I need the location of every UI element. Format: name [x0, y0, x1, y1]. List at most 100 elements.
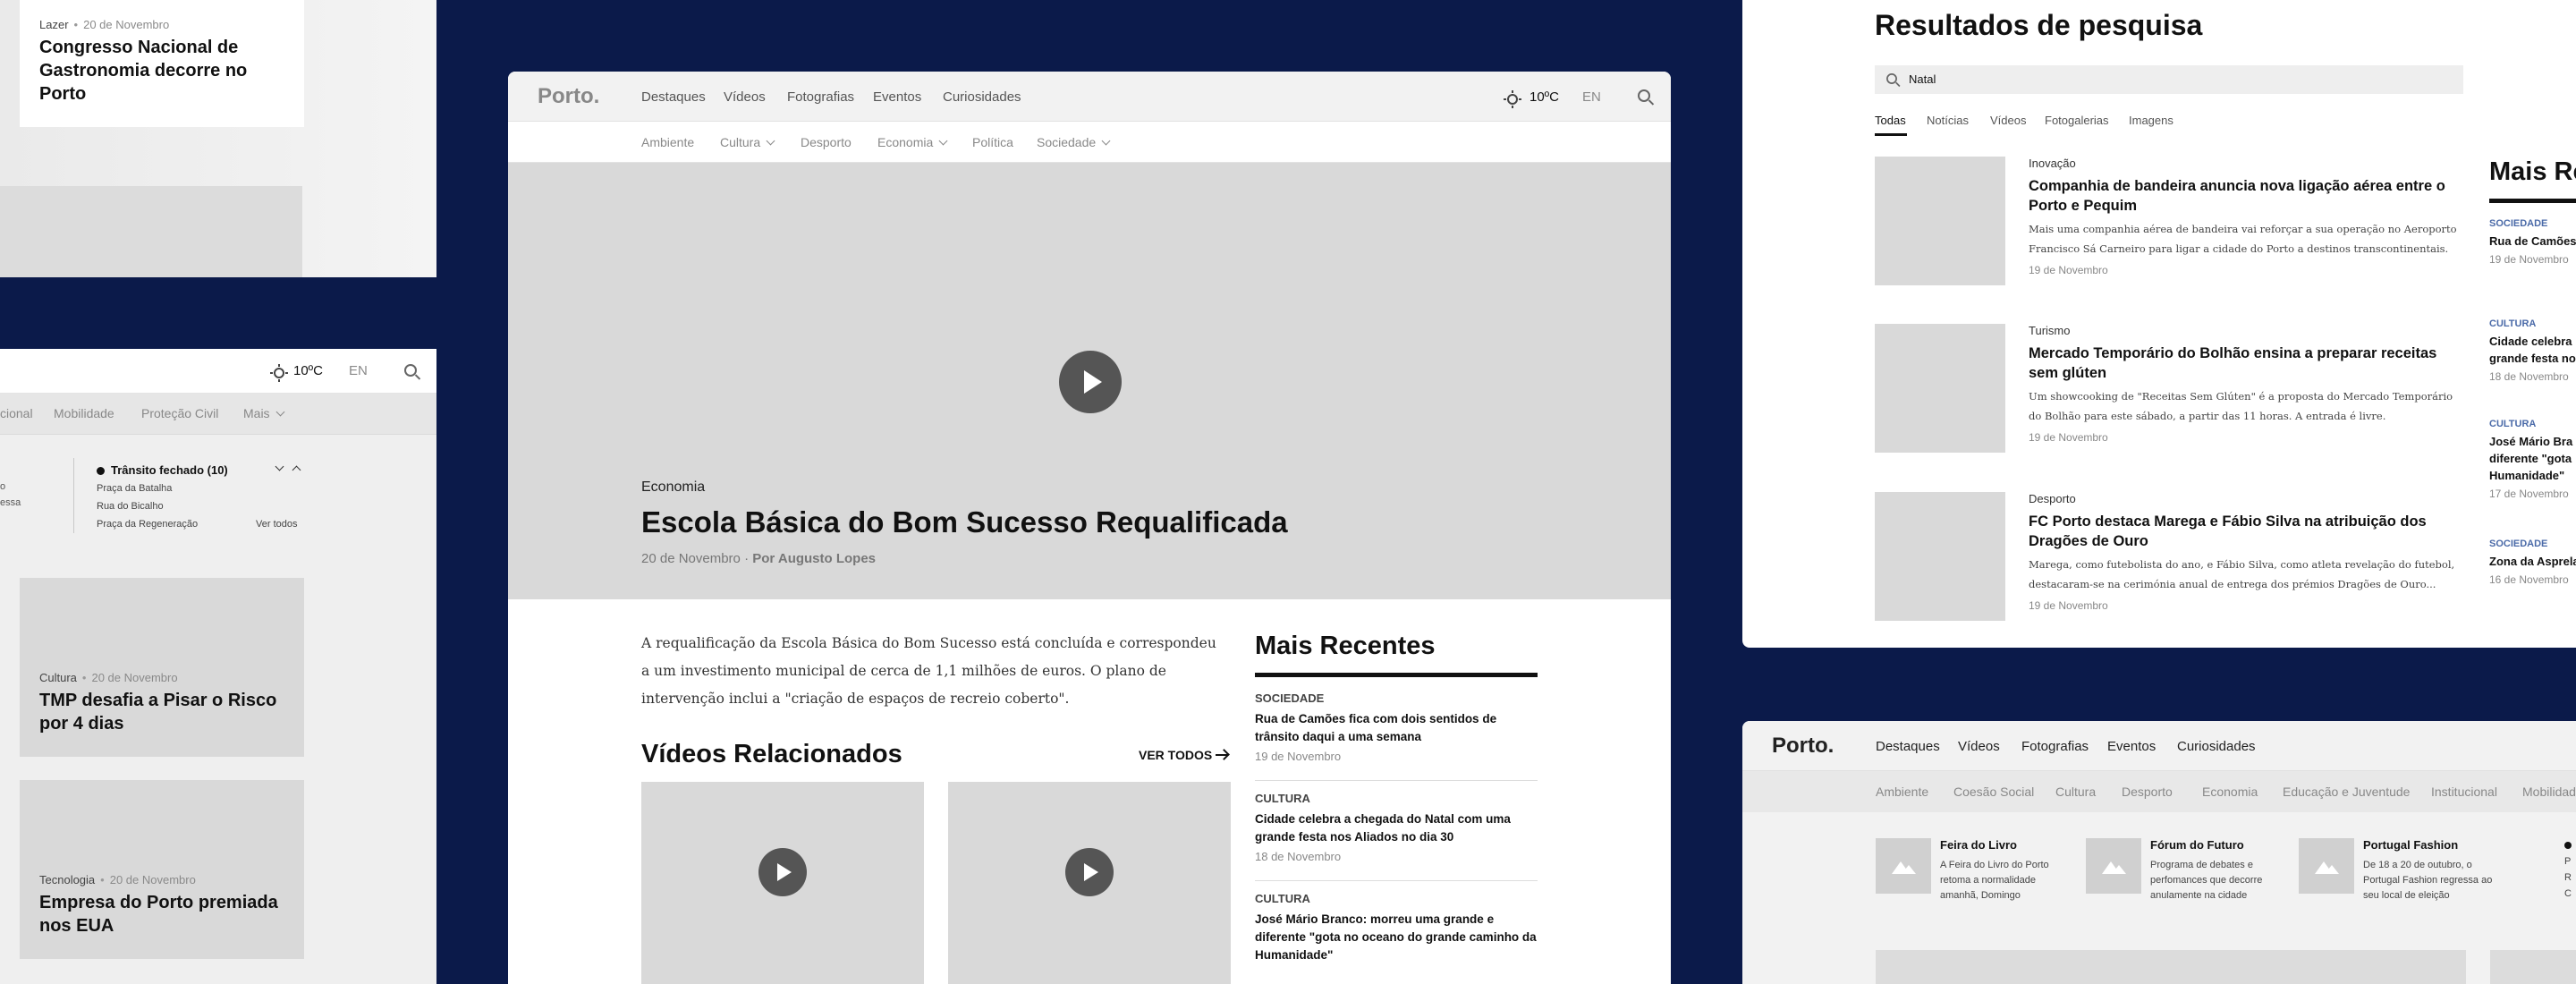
event-item[interactable]: Portugal Fashion De 18 a 20 de outubro, … — [2299, 838, 2500, 913]
side-recent-title: Mais Re — [2489, 157, 2576, 186]
subnav-item[interactable]: Cultura — [2055, 785, 2096, 799]
center-panel: Porto. Destaques Vídeos Fotografias Even… — [508, 72, 1671, 984]
news-card[interactable]: Tecnologia20 de Novembro Empresa do Port… — [20, 780, 304, 959]
subnav-item[interactable]: Institucional — [2431, 785, 2497, 799]
event-thumbnail — [2299, 838, 2354, 894]
subnav-item[interactable]: Economia — [2202, 785, 2258, 799]
nav-item-eventos[interactable]: Eventos — [2107, 739, 2156, 754]
tab-noticias[interactable]: Notícias — [1927, 114, 1969, 127]
chevron-down-icon[interactable] — [275, 462, 284, 471]
recent-category: CULTURA — [1255, 792, 1310, 805]
side-recent-item[interactable]: SOCIEDADE Rua de Camões daqui a uma se 1… — [2489, 218, 2576, 266]
site-logo[interactable]: Porto. — [538, 84, 599, 109]
side-recent-item[interactable]: SOCIEDADE Zona da Asprela 16 de Novembro — [2489, 539, 2576, 586]
side-headline: Rua de Camões daqui a uma se — [2489, 234, 2576, 248]
event-item[interactable]: Fórum do Futuro Programa de debates e pe… — [2086, 838, 2287, 913]
nav-item-fotografias[interactable]: Fotografias — [787, 89, 854, 105]
subnav-item[interactable]: Coesão Social — [1953, 785, 2034, 799]
subnav-more[interactable]: Mais — [243, 406, 285, 420]
subnav-label: Economia — [877, 135, 934, 149]
nav-item-curiosidades[interactable]: Curiosidades — [2177, 739, 2256, 754]
result-date: 19 de Novembro — [2029, 264, 2108, 276]
subnav-item-economia[interactable]: Economia — [877, 135, 948, 149]
subnav-item[interactable]: Educação e Juventude — [2283, 785, 2410, 799]
subnav-item[interactable]: Proteção Civil — [141, 406, 218, 420]
result-excerpt: Um showcooking de "Receitas Sem Glúten" … — [2029, 390, 2453, 422]
subnav-item[interactable]: Ambiente — [1876, 785, 1928, 799]
nav-item-curiosidades[interactable]: Curiosidades — [943, 89, 1021, 105]
article-body: A requalificação da Escola Básica do Bom… — [641, 635, 1216, 707]
recent-category: CULTURA — [1255, 892, 1310, 905]
news-card[interactable]: Cultura20 de Novembro TMP desafia a Pisa… — [20, 578, 304, 757]
card-category: Cultura — [39, 671, 77, 684]
search-icon[interactable] — [1638, 89, 1651, 102]
side-recent-item[interactable]: CULTURA José Mário Bra diferente "gota H… — [2489, 419, 2576, 500]
tab-videos[interactable]: Vídeos — [1990, 114, 2026, 127]
subnav-item-ambiente[interactable]: Ambiente — [641, 135, 694, 149]
weather-label: 10ºC — [1530, 89, 1559, 105]
edge-letter: C — [2564, 888, 2572, 899]
event-desc: A Feira do Livro do Porto retoma a norma… — [1940, 860, 2049, 901]
search-icon — [1886, 73, 1897, 84]
hero-video[interactable]: Economia Escola Básica do Bom Sucesso Re… — [508, 163, 1671, 599]
subnav-item-desporto[interactable]: Desporto — [801, 135, 852, 149]
nav-item-videos[interactable]: Vídeos — [1958, 739, 2000, 754]
tab-imagens[interactable]: Imagens — [2129, 114, 2174, 127]
recent-headline: Cidade celebra a chegada do Natal com um… — [1255, 812, 1511, 844]
recent-item[interactable]: CULTURA Cidade celebra a chegada do Nata… — [1255, 792, 1538, 881]
lang-toggle[interactable]: EN — [1582, 89, 1601, 105]
status-dot-icon — [2564, 842, 2572, 849]
top-nav: Porto. Destaques Vídeos Fotografias Even… — [508, 72, 1671, 122]
traffic-item[interactable]: Praça da Batalha — [97, 483, 172, 494]
nav-item-eventos[interactable]: Eventos — [873, 89, 921, 105]
side-recent-item[interactable]: CULTURA Cidade celebra grande festa no 1… — [2489, 318, 2576, 383]
nav-item-fotografias[interactable]: Fotografias — [2021, 739, 2089, 754]
recent-item[interactable]: CULTURA José Mário Branco: morreu uma gr… — [1255, 892, 1538, 984]
video-thumbnail[interactable] — [948, 782, 1231, 984]
edge-letter: P — [2564, 856, 2572, 867]
result-title: Mercado Temporário do Bolhão ensina a pr… — [2029, 345, 2437, 381]
subnav-item-politica[interactable]: Política — [972, 135, 1013, 149]
subnav-item-sociedade[interactable]: Sociedade — [1037, 135, 1111, 149]
image-icon — [1890, 856, 1917, 876]
play-icon[interactable] — [1065, 848, 1114, 896]
nav-item-destaques[interactable]: Destaques — [641, 89, 706, 105]
search-icon[interactable] — [404, 364, 418, 377]
left-fragment: essa — [0, 497, 21, 508]
event-item[interactable]: Feira do Livro A Feira do Livro do Porto… — [1876, 838, 2077, 913]
recent-item[interactable]: SOCIEDADE Rua de Camões fica com dois se… — [1255, 691, 1538, 781]
subnav-item-cultura[interactable]: Cultura — [720, 135, 775, 149]
lang-toggle[interactable]: EN — [349, 363, 368, 378]
site-logo[interactable]: Porto. — [1772, 734, 1834, 759]
hero-date: 20 de Novembro — [641, 551, 741, 566]
subnav-item[interactable]: Mobilidade — [54, 406, 114, 420]
tab-todas[interactable]: Todas — [1875, 114, 1906, 127]
subnav-more-label: Mais — [243, 406, 270, 420]
nav-item-destaques[interactable]: Destaques — [1876, 739, 1940, 754]
play-icon[interactable] — [758, 848, 807, 896]
traffic-item[interactable]: Rua do Bicalho — [97, 501, 164, 512]
chevron-up-icon[interactable] — [292, 465, 301, 475]
event-title: Feira do Livro — [1940, 838, 2017, 852]
event-title: Portugal Fashion — [2363, 838, 2459, 852]
search-input[interactable]: Natal — [1875, 65, 2463, 94]
video-thumbnail[interactable] — [641, 782, 924, 984]
subnav-item[interactable]: Desporto — [2122, 785, 2173, 799]
sun-icon — [1504, 90, 1521, 108]
news-card[interactable]: Lazer20 de Novembro Congresso Nacional d… — [20, 0, 304, 127]
nav-item-videos[interactable]: Vídeos — [724, 89, 766, 105]
see-all-link[interactable]: VER TODOS — [1139, 748, 1229, 762]
play-icon[interactable] — [1059, 351, 1122, 413]
event-desc: Programa de debates e perfomances que de… — [2150, 860, 2263, 901]
search-result[interactable]: Turismo Mercado Temporário do Bolhão ens… — [1875, 324, 2465, 454]
search-result[interactable]: Desporto FC Porto destaca Marega e Fábio… — [1875, 492, 2465, 623]
status-dot-icon — [97, 467, 105, 475]
subnav-item[interactable]: cional — [0, 406, 33, 420]
subnav-item[interactable]: Mobilidad — [2522, 785, 2576, 799]
side-category: CULTURA — [2489, 318, 2537, 329]
see-all-link[interactable]: Ver todos — [256, 519, 297, 530]
search-result[interactable]: Inovação Companhia de bandeira anuncia n… — [1875, 157, 2465, 287]
tab-fotogalerias[interactable]: Fotogalerias — [2045, 114, 2109, 127]
hero-title: Escola Básica do Bom Sucesso Requalifica… — [641, 505, 1288, 539]
traffic-item[interactable]: Praça da Regeneração — [97, 519, 198, 530]
